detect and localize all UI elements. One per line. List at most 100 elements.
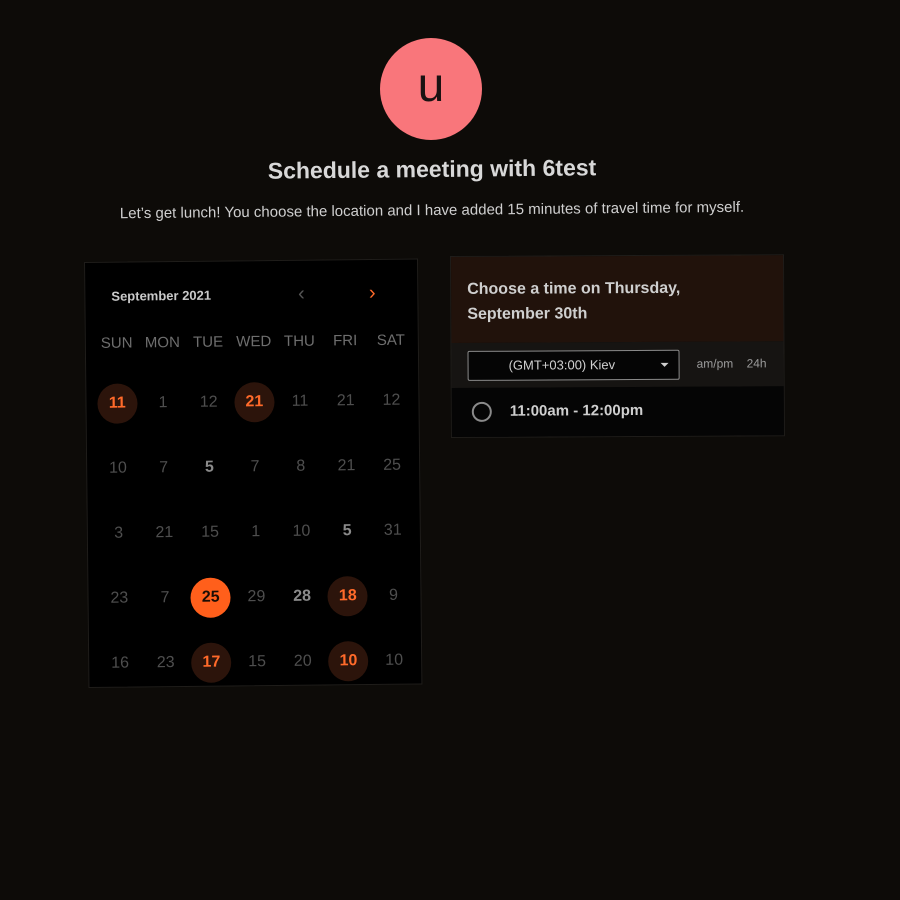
calendar-day-label: 9 <box>388 586 399 604</box>
weekday-fri: FRI <box>332 332 358 350</box>
calendar-day-label: 18 <box>327 575 368 616</box>
calendar-day: 5 <box>324 498 370 563</box>
weekday-wed: WED <box>236 333 272 351</box>
calendar-day: 9 <box>370 563 416 628</box>
avatar-letter: u <box>417 59 445 112</box>
timezone-value: (GMT+03:00) Kiev <box>508 357 616 373</box>
calendar-day-label: 1 <box>251 522 261 540</box>
calendar-day-selected[interactable]: 25 <box>188 564 234 629</box>
date-picker-calendar: September 2021 ‹ › SUN MON TUE WED THU F… <box>84 258 423 688</box>
calendar-day-label: 7 <box>250 457 260 475</box>
calendar-day: 20 <box>280 628 326 693</box>
calendar-day-label: 28 <box>293 587 312 605</box>
calendar-day-label: 17 <box>191 641 232 683</box>
page-title: Schedule a meeting with 6test <box>267 154 597 184</box>
calendar-days-grid: 11 1 12 21 11 21 12 10 7 5 7 8 21 25 3 21 15 1 10 5 31 23 7 25 2… <box>94 368 417 696</box>
chevron-right-icon[interactable]: › <box>361 282 383 304</box>
calendar-day: 7 <box>141 435 187 500</box>
meeting-description: Let’s get lunch! You choose the location… <box>119 198 745 223</box>
calendar-day-label: 3 <box>114 524 124 542</box>
time-slot-label: 11:00am - 12:00pm <box>509 401 644 420</box>
time-panel-title: Choose a time on Thursday, September 30t… <box>467 279 681 323</box>
calendar-day: 10 <box>278 499 324 564</box>
calendar-day-label: 7 <box>159 458 169 476</box>
calendar-day-label: 21 <box>337 456 356 474</box>
format-ampm-toggle[interactable]: am/pm <box>697 357 734 371</box>
calendar-day: 10 <box>95 435 141 500</box>
calendar-day-label: 29 <box>247 587 266 605</box>
calendar-day-label: 31 <box>383 521 402 539</box>
calendar-day: 21 <box>141 500 187 565</box>
calendar-day: 12 <box>186 369 232 434</box>
calendar-day-label: 23 <box>156 653 175 671</box>
calendar-day-label: 23 <box>110 589 129 607</box>
calendar-day: 25 <box>369 433 415 498</box>
weekday-thu: THU <box>283 332 315 350</box>
calendar-day: 15 <box>234 629 280 694</box>
calendar-day-label: 12 <box>382 391 401 409</box>
calendar-day-label: 11 <box>97 382 138 424</box>
calendar-day: 1 <box>233 499 279 564</box>
calendar-day-label: 7 <box>160 588 170 606</box>
calendar-day-label: 10 <box>109 459 127 477</box>
calendar-day[interactable]: 21 <box>231 369 277 434</box>
calendar-day-label: 21 <box>336 391 355 409</box>
calendar-day-label: 11 <box>291 392 309 410</box>
calendar-day-label: 8 <box>296 457 306 475</box>
calendar-day-label: 15 <box>248 652 267 670</box>
time-panel-header: Choose a time on Thursday, September 30t… <box>451 255 784 343</box>
calendar-day: 5 <box>186 434 232 499</box>
caret-down-icon <box>660 362 669 367</box>
calendar-day: 10 <box>371 628 417 693</box>
format-24h-toggle[interactable]: 24h <box>747 356 767 370</box>
calendar-day: 15 <box>187 499 233 564</box>
calendar-day: 3 <box>96 500 142 565</box>
calendar-day-label: 5 <box>204 458 214 476</box>
calendar-day: 21 <box>323 433 369 498</box>
weekday-header: SUN MON TUE WED THU FRI SAT <box>94 332 414 352</box>
calendar-day: 16 <box>97 630 143 695</box>
weekday-mon: MON <box>144 334 180 352</box>
calendar-day: 23 <box>96 565 142 630</box>
calendar-day: 23 <box>143 630 189 695</box>
calendar-day: 31 <box>370 498 416 563</box>
calendar-day-label: 20 <box>293 652 312 670</box>
calendar-day: 11 <box>277 369 323 434</box>
calendar-day-label: 16 <box>111 654 130 672</box>
calendar-day: 12 <box>368 368 414 433</box>
scheduling-page: u Schedule a meeting with 6test Let’s ge… <box>0 0 900 900</box>
calendar-day-label: 10 <box>328 640 369 681</box>
calendar-day-label: 25 <box>383 456 402 474</box>
weekday-tue: TUE <box>192 333 224 351</box>
calendar-day: 29 <box>233 564 279 629</box>
calendar-day: 7 <box>142 565 188 630</box>
weekday-sun: SUN <box>100 334 133 352</box>
radio-icon[interactable] <box>471 401 492 422</box>
time-controls: (GMT+03:00) Kiev am/pm 24h <box>451 341 784 388</box>
calendar-day-label: 1 <box>158 393 168 411</box>
calendar-day[interactable]: 18 <box>325 563 371 628</box>
calendar-day: 7 <box>232 434 278 499</box>
calendar-day-label: 21 <box>155 523 174 541</box>
calendar-month-label: September 2021 <box>111 287 212 304</box>
timezone-select[interactable]: (GMT+03:00) Kiev <box>467 349 680 381</box>
calendar-day: 8 <box>278 434 324 499</box>
calendar-day: 21 <box>323 368 369 433</box>
time-picker-panel: Choose a time on Thursday, September 30t… <box>450 254 785 438</box>
calendar-day[interactable]: 17 <box>188 629 234 694</box>
calendar-day-label: 12 <box>199 393 218 411</box>
calendar-day-label: 10 <box>292 522 311 540</box>
calendar-day-label: 10 <box>385 651 404 669</box>
calendar-day-label: 21 <box>234 381 275 422</box>
chevron-left-icon[interactable]: ‹ <box>290 283 312 305</box>
calendar-day: 1 <box>140 370 186 435</box>
time-slot[interactable]: 11:00am - 12:00pm <box>451 386 784 437</box>
calendar-day[interactable]: 10 <box>325 628 371 693</box>
calendar-day: 28 <box>279 563 325 628</box>
calendar-day-label: 5 <box>342 521 352 539</box>
calendar-day-label: 25 <box>190 576 231 618</box>
calendar-day-label: 15 <box>201 523 220 541</box>
calendar-day[interactable]: 11 <box>94 370 140 435</box>
weekday-sat: SAT <box>376 331 405 349</box>
host-avatar: u <box>380 38 482 140</box>
